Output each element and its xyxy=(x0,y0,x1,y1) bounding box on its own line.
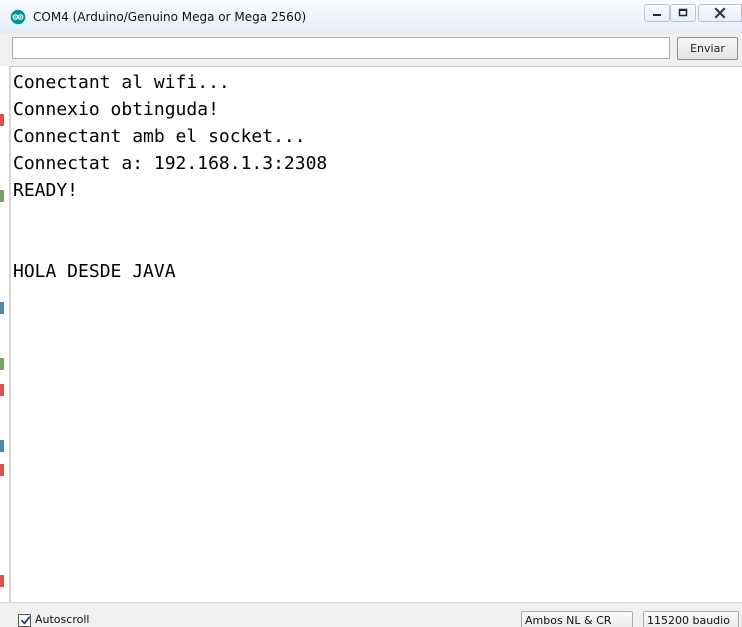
maximize-icon xyxy=(678,8,688,17)
minimize-button[interactable] xyxy=(644,4,670,22)
line-ending-value: Ambos NL & CR xyxy=(525,614,612,627)
edge-marker xyxy=(0,302,4,314)
edge-marker xyxy=(0,464,4,476)
serial-monitor-window: COM4 (Arduino/Genuino Mega or Mega 2560)… xyxy=(0,0,742,627)
edge-marker xyxy=(0,440,4,452)
edge-marker xyxy=(0,114,4,126)
serial-output-text: Conectant al wifi... Connexio obtinguda!… xyxy=(13,72,328,282)
serial-output-area[interactable]: Conectant al wifi... Connexio obtinguda!… xyxy=(10,66,742,602)
autoscroll-label: Autoscroll xyxy=(35,613,90,626)
window-titlebar[interactable]: COM4 (Arduino/Genuino Mega or Mega 2560) xyxy=(0,0,742,35)
close-button[interactable] xyxy=(698,4,742,22)
edge-marker xyxy=(0,575,4,587)
send-button[interactable]: Enviar xyxy=(677,37,738,60)
edge-marker xyxy=(0,358,4,370)
baud-rate-value: 115200 baudio xyxy=(647,614,730,627)
close-icon xyxy=(714,7,726,19)
autoscroll-checkbox[interactable] xyxy=(18,614,31,627)
checkmark-icon xyxy=(21,616,31,625)
window-title: COM4 (Arduino/Genuino Mega or Mega 2560) xyxy=(33,10,307,24)
status-bar: Autoscroll Ambos NL & CR 115200 baudio xyxy=(0,602,742,627)
line-ending-select[interactable]: Ambos NL & CR xyxy=(521,611,633,627)
maximize-button[interactable] xyxy=(670,4,696,22)
window-left-edge xyxy=(0,66,10,602)
minimize-icon xyxy=(653,14,661,16)
baud-rate-select[interactable]: 115200 baudio xyxy=(643,611,739,627)
arduino-icon xyxy=(10,9,26,25)
serial-send-input[interactable] xyxy=(12,37,670,59)
edge-marker xyxy=(0,384,4,396)
send-toolbar: Enviar xyxy=(0,34,742,65)
edge-marker xyxy=(0,190,4,202)
